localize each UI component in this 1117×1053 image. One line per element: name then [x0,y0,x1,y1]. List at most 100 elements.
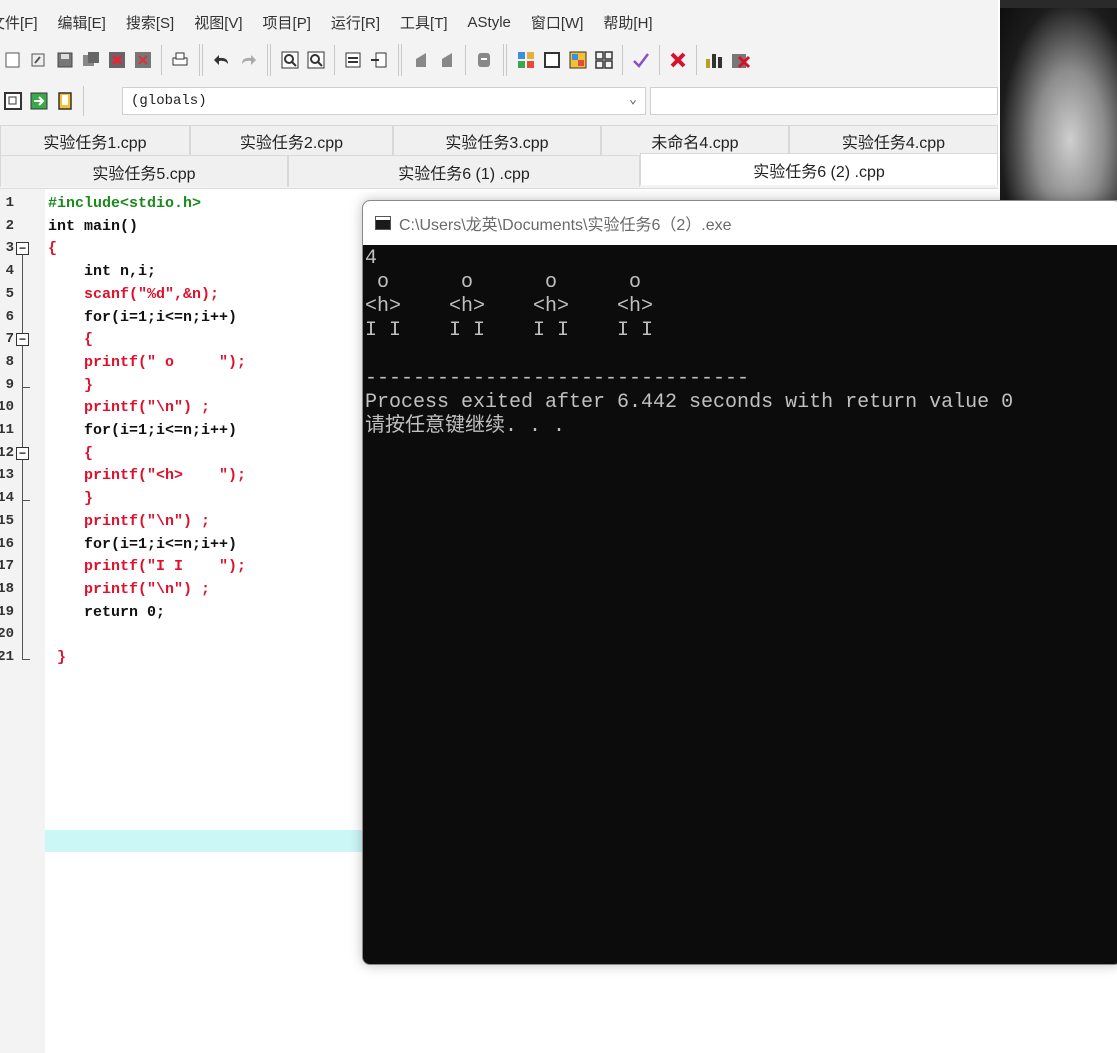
fold-toggle-icon[interactable]: − [16,446,29,460]
menu-project[interactable]: 项目[P] [245,12,321,33]
tab-file-2[interactable]: 实验任务2.cpp [190,125,393,155]
line-number: 12 [0,444,14,461]
current-line-highlight [45,830,365,852]
tab-file-6-2-active[interactable]: 实验任务6 (2) .cpp [640,153,998,185]
menu-run[interactable]: 运行[R] [313,12,390,33]
goto-icon[interactable] [29,91,49,111]
scope-dropdown[interactable]: (globals) ⌄ [122,87,646,115]
syntax-check-icon[interactable] [631,50,651,70]
code-line: } [48,649,67,666]
line-number: 11 [0,422,14,438]
fold-guide [22,459,23,502]
line-number: 16 [0,535,14,552]
line-number: 8 [5,353,14,370]
delete-icon[interactable] [731,50,751,70]
console-output[interactable]: 4 o o o o <h> <h> <h> <h> I I I I I I I I -… [365,247,1117,962]
main-toolbar [0,40,998,80]
toolbar-separator [659,45,660,75]
close-all-icon[interactable] [133,50,153,70]
save-icon[interactable] [55,50,75,70]
chart-icon[interactable] [705,50,725,70]
code-line: printf("\n") ; [48,512,211,530]
print-icon[interactable] [170,50,190,70]
code-line: { [48,240,58,258]
bookmark-prev-icon[interactable] [437,50,457,70]
console-line: <h> <h> <h> <h> [365,295,654,318]
line-number: 2 [5,217,14,234]
fold-toggle-icon[interactable]: − [16,333,29,347]
redo-icon[interactable] [238,50,258,70]
line-number: 5 [5,285,14,302]
code-line: for(i=1;i<=n;i++) [48,535,238,553]
new-icon[interactable] [3,50,23,70]
fold-end [22,659,30,660]
class-browser-icon[interactable] [3,91,23,111]
tab-file-6-1[interactable]: 实验任务6 (1) .cpp [288,155,640,187]
bookmark-icon[interactable] [411,50,431,70]
console-line: 4 [365,247,378,270]
code-line: int main() [48,217,139,235]
rebuild-icon[interactable] [594,50,614,70]
tab-file-1[interactable]: 实验任务1.cpp [0,125,190,155]
menu-view[interactable]: 视图[V] [176,12,252,33]
menu-search[interactable]: 搜索[S] [108,12,184,33]
console-line: o o o o [365,271,642,294]
toolbar-separator [465,45,466,75]
line-number: 6 [5,308,14,325]
tab-file-3[interactable]: 实验任务3.cpp [393,125,601,155]
stop-icon[interactable] [668,50,688,70]
comment-icon[interactable] [474,50,494,70]
line-number: 3 [5,240,14,257]
desktop-background-top [1000,0,1117,8]
close-icon[interactable] [107,50,127,70]
line-number: 18 [0,580,14,597]
toolbar-separator [622,45,623,75]
line-number: 15 [0,512,14,529]
toolbar-separator [398,44,402,76]
fold-toggle-icon[interactable]: − [16,242,29,256]
toolbar-separator [199,44,203,76]
fold-end [22,500,30,502]
line-number: 19 [0,603,14,620]
line-number: 10 [0,399,14,416]
code-line: printf("\n") ; [48,580,211,598]
menu-bar: 文件[F] 编辑[E] 搜索[S] 视图[V] 项目[P] 运行[R] 工具[T… [0,8,998,36]
open-icon[interactable] [29,50,49,70]
console-app-icon [375,216,391,230]
tab-file-untitled-4[interactable]: 未命名4.cpp [601,125,789,155]
run-icon[interactable] [542,50,562,70]
menu-tools[interactable]: 工具[T] [382,12,458,33]
function-dropdown[interactable] [650,87,998,115]
line-number: 9 [5,376,14,393]
toolbar-separator [161,45,162,75]
code-line: int n,i; [48,263,157,281]
code-line: #include<stdio.h> [48,195,202,212]
indent-icon[interactable] [343,50,363,70]
menu-astyle[interactable]: AStyle [450,14,521,31]
menu-window[interactable]: 窗口[W] [513,12,594,33]
code-line: { [48,331,94,349]
chevron-down-icon: ⌄ [629,92,637,107]
menu-edit[interactable]: 编辑[E] [40,12,116,33]
menu-help[interactable]: 帮助[H] [585,12,662,33]
console-titlebar[interactable]: C:\Users\龙英\Documents\实验任务6（2）.exe [363,201,1117,245]
replace-icon[interactable] [306,50,326,70]
tab-file-4[interactable]: 实验任务4.cpp [789,125,998,155]
console-line: Process exited after 6.442 seconds with … [365,391,1014,414]
save-all-icon[interactable] [81,50,101,70]
tab-file-5[interactable]: 实验任务5.cpp [0,155,288,187]
console-window[interactable]: C:\Users\龙英\Documents\实验任务6（2）.exe 4 o o… [362,200,1117,965]
file-tabs-row-1: 实验任务1.cpp 实验任务2.cpp 实验任务3.cpp 未命名4.cpp 实… [0,125,998,155]
line-number: 21 [0,649,14,665]
compile-run-icon[interactable] [568,50,588,70]
compile-icon[interactable] [516,50,536,70]
code-line: printf("<h> "); [48,467,247,485]
fold-guide [22,346,23,388]
unindent-icon[interactable] [369,50,389,70]
find-icon[interactable] [280,50,300,70]
line-number: 14 [0,490,14,507]
bookmark-toggle-icon[interactable] [55,91,75,111]
desktop-background [1000,0,1117,200]
undo-icon[interactable] [212,50,232,70]
